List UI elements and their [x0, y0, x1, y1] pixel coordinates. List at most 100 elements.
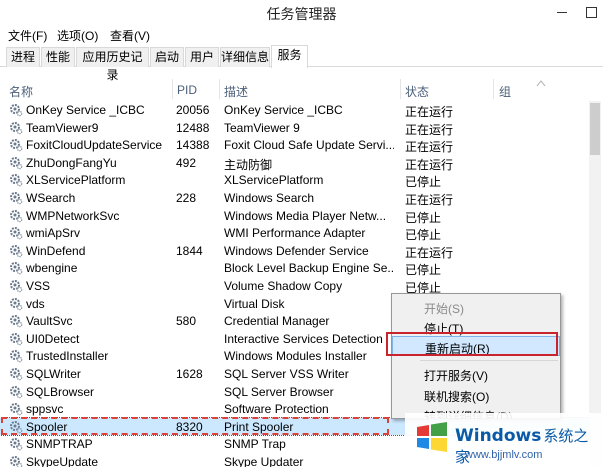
col-status[interactable]: 状态 — [405, 83, 429, 100]
scroll-thumb[interactable] — [590, 103, 600, 155]
tab-users[interactable]: 用户 — [185, 47, 219, 67]
table-row[interactable]: VSS Volume Shadow Copy 已停止 — [0, 277, 589, 295]
maximize-button[interactable] — [581, 2, 603, 22]
service-pid: 580 — [176, 314, 197, 329]
service-description: Windows Defender Service — [224, 243, 369, 258]
service-gear-icon — [10, 209, 23, 222]
service-gear-icon — [10, 121, 23, 134]
table-row[interactable]: WSearch 228 Windows Search 正在运行 — [0, 189, 589, 207]
service-gear-icon — [10, 420, 23, 434]
minimize-button[interactable] — [547, 2, 577, 22]
service-name: ZhuDongFangYu — [26, 155, 117, 170]
service-status: 正在运行 — [405, 140, 454, 155]
service-description: XLServicePlatform — [224, 173, 324, 188]
service-gear-icon — [10, 174, 23, 187]
service-name: VaultSvc — [26, 314, 73, 329]
service-description: Virtual Disk — [224, 296, 285, 311]
service-gear-icon — [10, 280, 23, 293]
tab-details[interactable]: 详细信息 — [220, 47, 270, 67]
windows-logo-icon — [417, 422, 447, 452]
context-menu: 开始(S) 停止(T) 重新启动(R) 打开服务(V) 联机搜索(O) 转到详细… — [391, 293, 561, 419]
service-gear-icon — [10, 368, 23, 381]
service-name: Spooler — [26, 419, 68, 434]
window-title: 任务管理器 — [266, 6, 337, 22]
service-gear-icon — [10, 244, 23, 258]
service-pid: 492 — [176, 155, 197, 170]
table-row[interactable]: OnKey Service _ICBC 20056 OnKey Service _I… — [0, 101, 589, 119]
service-name: FoxitCloudUpdateService — [26, 138, 163, 153]
menu-file[interactable]: 文件(F) — [8, 27, 47, 44]
service-gear-icon — [10, 456, 23, 467]
menu-item-open-services[interactable]: 打开服务(V) — [392, 364, 560, 384]
service-name: WMPNetworkSvc — [26, 208, 120, 223]
col-name[interactable]: 名称 — [9, 83, 33, 100]
service-description: Block Level Backup Engine Se... — [224, 261, 394, 276]
service-name: SkypeUpdate — [26, 455, 99, 467]
service-status: 正在运行 — [405, 245, 454, 260]
table-row[interactable]: TeamViewer9 12488 TeamViewer 9 正在运行 — [0, 119, 589, 137]
tab-performance[interactable]: 性能 — [41, 47, 75, 67]
service-description: Credential Manager — [224, 314, 330, 329]
service-pid: 20056 — [176, 103, 210, 117]
service-gear-icon — [10, 192, 23, 205]
service-description: WMI Performance Adapter — [224, 226, 366, 241]
service-status: 已停止 — [405, 228, 442, 243]
tab-startup[interactable]: 启动 — [150, 47, 184, 67]
service-status: 已停止 — [405, 263, 442, 278]
service-name: vds — [26, 296, 45, 311]
menu-bar: 文件(F) 选项(O) 查看(V) — [0, 25, 603, 43]
service-description: Windows Search — [224, 191, 315, 205]
service-status: 正在运行 — [405, 157, 454, 172]
service-gear-icon — [10, 139, 23, 152]
table-row[interactable]: WMPNetworkSvc Windows Media Player Netw..… — [0, 207, 589, 225]
service-name: wmiApSrv — [26, 226, 81, 241]
service-gear-icon — [10, 385, 23, 398]
table-row[interactable]: wbengine Block Level Backup Engine Se... 已… — [0, 259, 589, 277]
service-name: TrustedInstaller — [26, 349, 109, 364]
menu-item-stop[interactable]: 停止(T) — [392, 317, 560, 337]
service-gear-icon — [10, 350, 23, 363]
service-status: 正在运行 — [405, 105, 454, 119]
tab-app-history[interactable]: 应用历史记录 — [76, 47, 149, 82]
menu-item-restart[interactable]: 重新启动(R) — [392, 336, 560, 356]
service-description: SQL Server VSS Writer — [224, 367, 349, 381]
table-row[interactable]: wmiApSrv WMI Performance Adapter 已停止 — [0, 224, 589, 242]
service-pid: 14388 — [176, 138, 210, 153]
menu-item-search-online[interactable]: 联机搜索(O) — [392, 385, 560, 405]
service-name: wbengine — [26, 261, 78, 276]
menu-options[interactable]: 选项(O) — [57, 27, 98, 44]
table-row[interactable]: FoxitCloudUpdateService 14388 Foxit Cloud … — [0, 136, 589, 154]
service-name: WSearch — [26, 191, 76, 205]
col-description[interactable]: 描述 — [224, 83, 248, 100]
service-gear-icon — [10, 332, 23, 346]
service-name: XLServicePlatform — [26, 173, 126, 188]
table-row[interactable]: ZhuDongFangYu 492 主动防御 正在运行 — [0, 154, 589, 172]
service-description: TeamViewer 9 — [224, 120, 300, 135]
sort-up-icon — [536, 80, 546, 87]
service-pid: 8320 — [176, 419, 203, 434]
service-description: Skype Updater — [224, 455, 304, 467]
service-description: Interactive Services Detection — [224, 331, 383, 346]
col-group[interactable]: 组 — [499, 83, 511, 100]
service-name: SNMPTRAP — [26, 437, 93, 452]
table-row[interactable]: XLServicePlatform XLServicePlatform 已停止 — [0, 171, 589, 189]
service-status: 已停止 — [405, 210, 442, 225]
service-description: OnKey Service _ICBC — [224, 103, 343, 117]
service-pid: 12488 — [176, 120, 210, 135]
service-description: 主动防御 — [224, 157, 273, 172]
menu-view[interactable]: 查看(V) — [110, 27, 150, 44]
service-name: TeamViewer9 — [26, 120, 99, 135]
service-description: Volume Shadow Copy — [224, 279, 343, 293]
tab-services[interactable]: 服务 — [271, 45, 308, 68]
service-name: UI0Detect — [26, 331, 80, 346]
service-status: 已停止 — [405, 175, 442, 190]
service-description: Software Protection — [224, 402, 329, 417]
service-description: Windows Modules Installer — [224, 349, 367, 364]
table-row[interactable]: WinDefend 1844 Windows Defender Service 正在运… — [0, 242, 589, 260]
tab-processes[interactable]: 进程 — [6, 47, 40, 67]
col-pid[interactable]: PID — [177, 83, 197, 97]
service-gear-icon — [10, 262, 23, 275]
title-bar: 任务管理器 — [0, 0, 603, 25]
menu-item-start: 开始(S) — [424, 302, 464, 316]
service-gear-icon — [10, 403, 23, 416]
